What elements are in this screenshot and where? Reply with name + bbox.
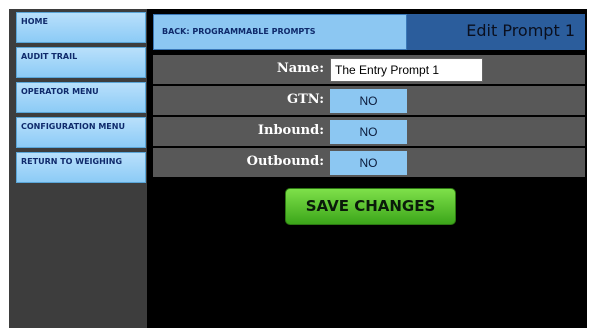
outbound-label: Outbound: bbox=[246, 154, 324, 169]
outbound-row: Outbound: NO bbox=[153, 148, 585, 177]
sidebar-item-operator-menu[interactable]: OPERATOR MENU bbox=[16, 82, 146, 113]
inbound-label: Inbound: bbox=[257, 123, 324, 138]
gtn-toggle[interactable]: NO bbox=[330, 89, 407, 113]
inbound-row: Inbound: NO bbox=[153, 117, 585, 146]
sidebar-item-return-to-weighing[interactable]: RETURN TO WEIGHING bbox=[16, 152, 146, 183]
name-input[interactable]: The Entry Prompt 1 bbox=[330, 58, 483, 82]
page-title-bar: Edit Prompt 1 bbox=[407, 14, 585, 50]
top-strip bbox=[0, 0, 596, 9]
sidebar-item-home[interactable]: HOME bbox=[16, 12, 146, 43]
back-button[interactable]: BACK: PROGRAMMABLE PROMPTS bbox=[153, 14, 407, 50]
page-title: Edit Prompt 1 bbox=[466, 21, 575, 40]
inbound-toggle[interactable]: NO bbox=[330, 120, 407, 144]
name-label: Name: bbox=[276, 61, 324, 76]
name-row: Name: The Entry Prompt 1 bbox=[153, 55, 585, 84]
sidebar-item-audit-trail[interactable]: AUDIT TRAIL bbox=[16, 47, 146, 78]
gtn-label: GTN: bbox=[287, 92, 324, 107]
sidebar-item-configuration-menu[interactable]: CONFIGURATION MENU bbox=[16, 117, 146, 148]
save-changes-button[interactable]: SAVE CHANGES bbox=[285, 188, 456, 225]
sidebar: HOME AUDIT TRAIL OPERATOR MENU CONFIGURA… bbox=[9, 9, 147, 328]
gtn-row: GTN: NO bbox=[153, 86, 585, 115]
outbound-toggle[interactable]: NO bbox=[330, 151, 407, 175]
